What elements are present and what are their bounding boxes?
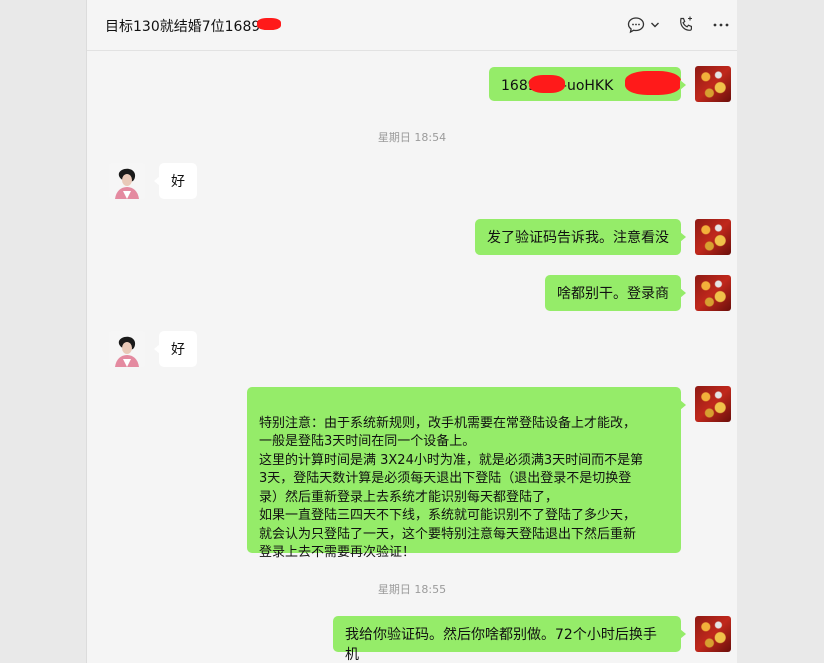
message-bubble-outgoing[interactable]: 特别注意：由于系统新规则，改手机需要在常登陆设备上才能改， 一般是登陆3天时间在…	[247, 387, 686, 560]
message-text: 好	[171, 174, 185, 190]
title-redaction	[257, 18, 281, 30]
avatar-self[interactable]	[695, 66, 731, 102]
more-icon[interactable]	[712, 15, 730, 35]
message-text: 发了验证码告诉我。注意看没	[487, 230, 669, 246]
chat-title: 目标130就结婚7位1689	[105, 19, 261, 35]
phone-icon[interactable]	[677, 15, 695, 35]
message-bubble-incoming[interactable]: 好	[154, 331, 197, 367]
avatar-self[interactable]	[695, 616, 731, 652]
message-bubble-incoming[interactable]: 好	[154, 163, 197, 199]
avatar-contact[interactable]	[109, 331, 145, 367]
redaction-mark	[529, 75, 565, 93]
avatar-contact[interactable]	[109, 163, 145, 199]
avatar-self[interactable]	[695, 219, 731, 255]
message-bubble-outgoing[interactable]: 发了验证码告诉我。注意看没	[475, 219, 686, 255]
redaction-mark	[625, 71, 681, 95]
message-list[interactable]: 1689------uoHKK 星期日 18:54 好 发了验证码告诉我。注意看…	[87, 51, 737, 663]
chat-bubble-icon[interactable]	[627, 15, 645, 35]
timestamp: 星期日 18:55	[377, 583, 447, 596]
chat-window: 目标130就结婚7位1689 1689------uoHKK 星期日 18:54	[86, 0, 737, 663]
message-bubble-outgoing[interactable]: 啥都别干。登录商	[545, 275, 686, 311]
message-text: 我给你验证码。然后你啥都别做。72个小时后换手机	[345, 627, 657, 663]
message-text: 好	[171, 342, 185, 358]
message-bubble-outgoing[interactable]: 我给你验证码。然后你啥都别做。72个小时后换手机	[333, 616, 686, 663]
message-text: 啥都别干。登录商	[557, 286, 669, 302]
timestamp: 星期日 18:54	[377, 131, 447, 144]
avatar-self[interactable]	[695, 275, 731, 311]
avatar-self[interactable]	[695, 386, 731, 422]
message-text: 特别注意：由于系统新规则，改手机需要在常登陆设备上才能改， 一般是登陆3天时间在…	[259, 415, 644, 561]
chevron-down-icon[interactable]	[650, 15, 660, 35]
message-bubble-outgoing[interactable]: 1689------uoHKK	[489, 67, 686, 101]
chat-header: 目标130就结婚7位1689	[87, 0, 737, 51]
